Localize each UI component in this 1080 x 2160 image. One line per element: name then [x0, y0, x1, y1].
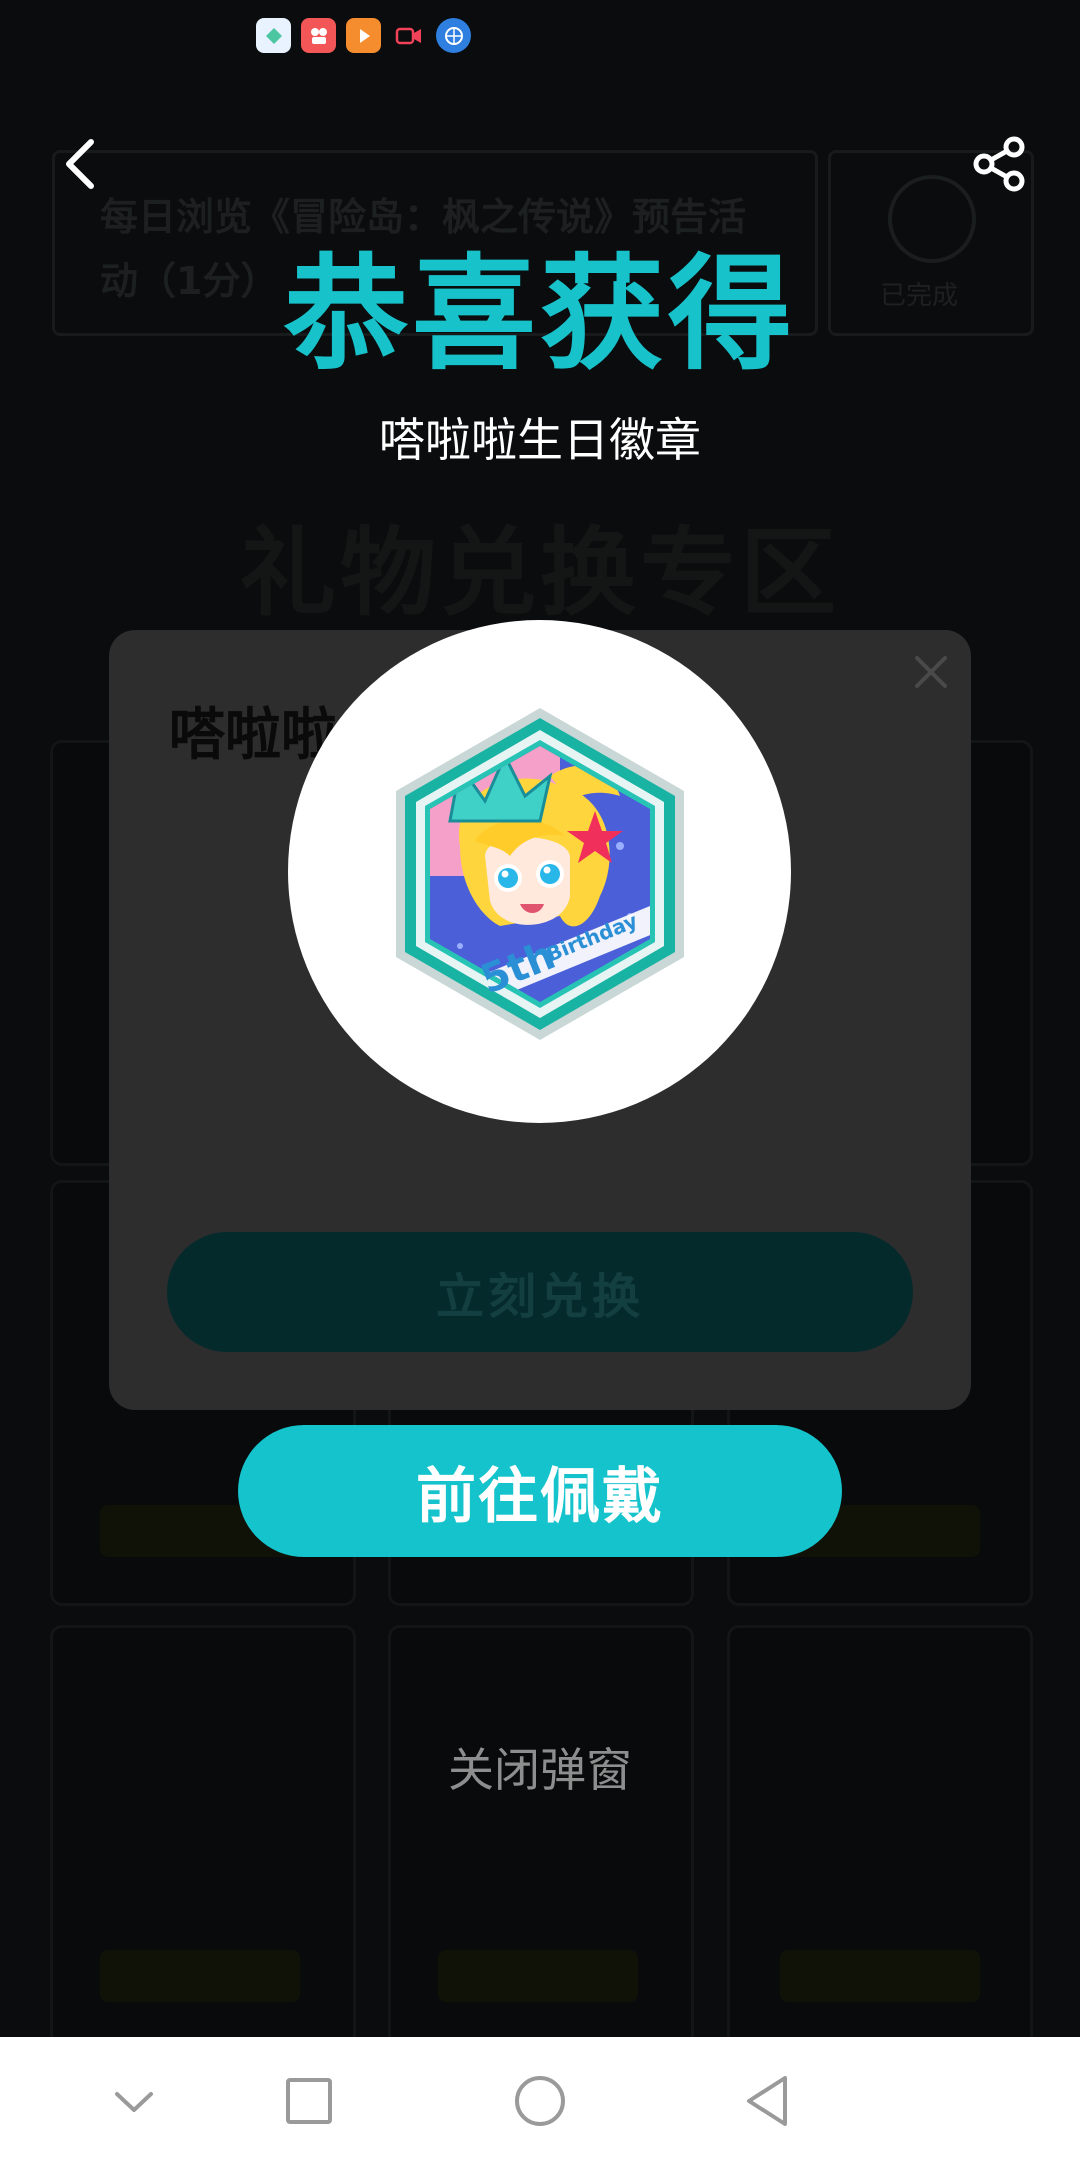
bg-redeem-button: [780, 1950, 980, 2002]
congrats-headline: 恭喜获得: [283, 243, 796, 387]
nav-back-button[interactable]: [718, 2051, 818, 2151]
app-notification-icon: [256, 18, 291, 53]
circle-icon: [515, 2076, 565, 2126]
app-notification-icon: [346, 18, 381, 53]
birthday-badge-image: 5th Birthday: [396, 708, 684, 1040]
triangle-back-icon: [747, 2076, 787, 2126]
nav-hide-button[interactable]: [84, 2051, 184, 2151]
square-icon: [286, 2078, 332, 2124]
chevron-down-icon: [115, 2092, 153, 2112]
badge-name: 嗒啦啦生日徽章: [379, 413, 701, 467]
back-button[interactable]: [30, 114, 130, 214]
share-button[interactable]: [950, 114, 1050, 214]
bg-redeem-button: [438, 1950, 638, 2002]
status-bar-icons: [256, 18, 471, 53]
nav-recents-button[interactable]: [259, 2051, 359, 2151]
app-notification-icon: [301, 18, 336, 53]
nav-home-button[interactable]: [490, 2051, 590, 2151]
bg-redeem-button: [100, 1950, 300, 2002]
redeem-now-button[interactable]: 立刻兑换: [167, 1232, 913, 1352]
dialog-title: 嗒啦啦: [169, 703, 337, 768]
close-popup-link[interactable]: 关闭弹窗: [0, 1735, 1080, 1805]
close-icon[interactable]: [909, 650, 953, 694]
go-wear-button[interactable]: 前往佩戴: [238, 1425, 842, 1557]
system-nav-bar: [0, 2037, 1080, 2160]
app-notification-icon: [436, 18, 471, 53]
bg-section-heading: 礼物兑换专区: [240, 517, 840, 629]
share-icon: [973, 136, 1025, 192]
chevron-left-icon: [66, 139, 94, 189]
app-notification-icon: [391, 18, 426, 53]
